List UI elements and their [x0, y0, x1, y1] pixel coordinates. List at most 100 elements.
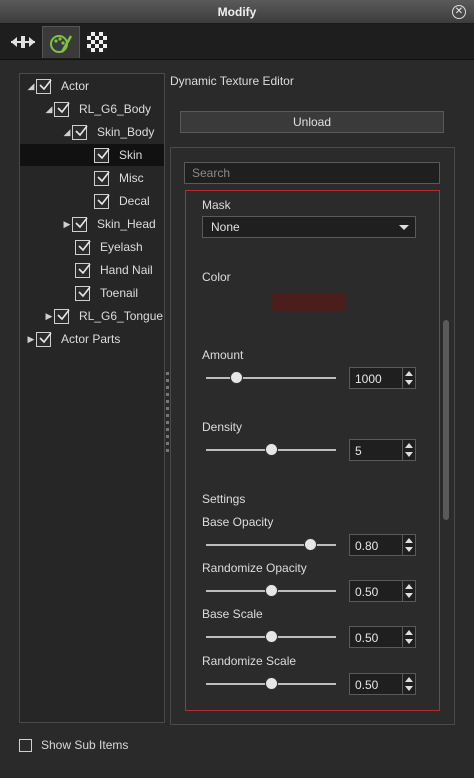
- tree-item-rl-g6-tongue[interactable]: ▶ RL_G6_Tongue: [44, 305, 163, 327]
- search-input[interactable]: Search: [184, 162, 440, 184]
- checkbox-icon[interactable]: [19, 738, 32, 752]
- checkbox-icon[interactable]: [36, 331, 52, 347]
- slider-handle[interactable]: [265, 584, 278, 597]
- amount-value: 1000: [355, 372, 382, 386]
- tab-transform[interactable]: [4, 26, 42, 58]
- mask-value: None: [211, 220, 240, 234]
- slider-handle[interactable]: [265, 630, 278, 643]
- increment-icon[interactable]: [405, 538, 413, 543]
- checkbox-icon[interactable]: [54, 101, 70, 117]
- tree-item-skin-head[interactable]: ▶ Skin_Head: [62, 213, 156, 235]
- slider-handle[interactable]: [265, 443, 278, 456]
- checkbox-icon[interactable]: [94, 147, 110, 163]
- tree-item-label: Decal: [119, 194, 150, 208]
- tree-item-actor[interactable]: ◢ Actor: [26, 75, 89, 97]
- checkbox-icon[interactable]: [36, 78, 52, 94]
- checkbox-icon[interactable]: [94, 170, 110, 186]
- checker-icon: [87, 32, 107, 52]
- expand-arrow-icon[interactable]: ◢: [26, 81, 36, 92]
- tree-item-hand-nail[interactable]: Hand Nail: [75, 259, 153, 281]
- checkbox-icon[interactable]: [54, 308, 70, 324]
- tree-item-label: Hand Nail: [100, 263, 153, 277]
- checkbox-icon[interactable]: [72, 124, 88, 140]
- window-title: Modify: [217, 4, 257, 19]
- mask-dropdown[interactable]: None: [202, 216, 416, 238]
- checkbox-icon[interactable]: [75, 262, 91, 278]
- color-label: Color: [202, 270, 231, 284]
- amount-slider[interactable]: [206, 371, 336, 385]
- randomize-scale-spinbox[interactable]: 0.50: [349, 673, 416, 695]
- base-scale-value: 0.50: [355, 631, 379, 645]
- tree-item-skin[interactable]: Skin: [20, 144, 164, 166]
- randomize-opacity-label: Randomize Opacity: [202, 561, 307, 575]
- close-icon[interactable]: ✕: [452, 5, 466, 19]
- tree-item-skin-body[interactable]: ◢ Skin_Body: [62, 121, 154, 143]
- base-scale-label: Base Scale: [202, 607, 263, 621]
- density-spinbox[interactable]: 5: [349, 439, 416, 461]
- tree-item-label: Actor Parts: [61, 332, 121, 346]
- tree-item-label: Eyelash: [100, 240, 143, 254]
- checkbox-icon[interactable]: [75, 285, 91, 301]
- tab-bar: [0, 24, 474, 60]
- checkbox-icon[interactable]: [75, 239, 91, 255]
- randomize-opacity-slider[interactable]: [206, 584, 336, 598]
- tree-item-label: Misc: [119, 171, 144, 185]
- base-opacity-value: 0.80: [355, 539, 379, 553]
- tab-material[interactable]: [42, 26, 80, 58]
- decrement-icon[interactable]: [405, 686, 413, 691]
- decrement-icon[interactable]: [405, 380, 413, 385]
- tab-texture[interactable]: [78, 26, 116, 58]
- increment-icon[interactable]: [405, 677, 413, 682]
- collapse-arrow-icon[interactable]: ▶: [44, 311, 54, 322]
- title-bar: Modify ✕: [0, 0, 474, 24]
- mask-label: Mask: [202, 198, 231, 212]
- slider-handle[interactable]: [265, 677, 278, 690]
- tree-item-decal[interactable]: Decal: [94, 190, 150, 212]
- decrement-icon[interactable]: [405, 593, 413, 598]
- tree-item-eyelash[interactable]: Eyelash: [75, 236, 143, 258]
- tree-item-rl-g6-body[interactable]: ◢ RL_G6_Body: [44, 98, 151, 120]
- collapse-arrow-icon[interactable]: ▶: [26, 334, 36, 345]
- randomize-scale-value: 0.50: [355, 678, 379, 692]
- increment-icon[interactable]: [405, 443, 413, 448]
- randomize-scale-label: Randomize Scale: [202, 654, 297, 668]
- randomize-scale-slider[interactable]: [206, 677, 336, 691]
- collapse-arrow-icon[interactable]: ▶: [62, 219, 72, 230]
- base-scale-spinbox[interactable]: 0.50: [349, 626, 416, 648]
- tree-item-toenail[interactable]: Toenail: [75, 282, 138, 304]
- checkbox-icon[interactable]: [72, 216, 88, 232]
- settings-label: Settings: [202, 492, 246, 506]
- increment-icon[interactable]: [405, 584, 413, 589]
- tree-item-label: Skin: [119, 148, 143, 162]
- increment-icon[interactable]: [405, 371, 413, 376]
- slider-handle[interactable]: [304, 538, 317, 551]
- decrement-icon[interactable]: [405, 452, 413, 457]
- expand-arrow-icon[interactable]: ◢: [62, 127, 72, 138]
- amount-label: Amount: [202, 348, 244, 362]
- tree-item-misc[interactable]: Misc: [94, 167, 144, 189]
- checkbox-icon[interactable]: [94, 193, 110, 209]
- density-label: Density: [202, 420, 243, 434]
- expand-arrow-icon[interactable]: ◢: [44, 104, 54, 115]
- show-sub-items-checkbox[interactable]: Show Sub Items: [19, 738, 128, 752]
- material-icon: [50, 34, 73, 53]
- density-slider[interactable]: [206, 443, 336, 457]
- chevron-down-icon: [399, 225, 409, 230]
- tree-item-label: Skin_Head: [97, 217, 156, 231]
- randomize-opacity-spinbox[interactable]: 0.50: [349, 580, 416, 602]
- tree-item-label: RL_G6_Body: [79, 102, 152, 116]
- amount-spinbox[interactable]: 1000: [349, 367, 416, 389]
- decrement-icon[interactable]: [405, 547, 413, 552]
- vertical-scrollbar[interactable]: [443, 320, 449, 520]
- base-opacity-spinbox[interactable]: 0.80: [349, 534, 416, 556]
- slider-handle[interactable]: [229, 371, 243, 384]
- unload-button[interactable]: Unload: [180, 111, 444, 133]
- tree-item-label: Actor: [61, 79, 90, 93]
- increment-icon[interactable]: [405, 630, 413, 635]
- tree-item-actor-parts[interactable]: ▶ Actor Parts: [26, 328, 120, 350]
- base-opacity-slider[interactable]: [206, 538, 336, 552]
- transform-icon: [11, 36, 35, 48]
- base-scale-slider[interactable]: [206, 630, 336, 644]
- decrement-icon[interactable]: [405, 639, 413, 644]
- color-swatch[interactable]: [272, 293, 346, 312]
